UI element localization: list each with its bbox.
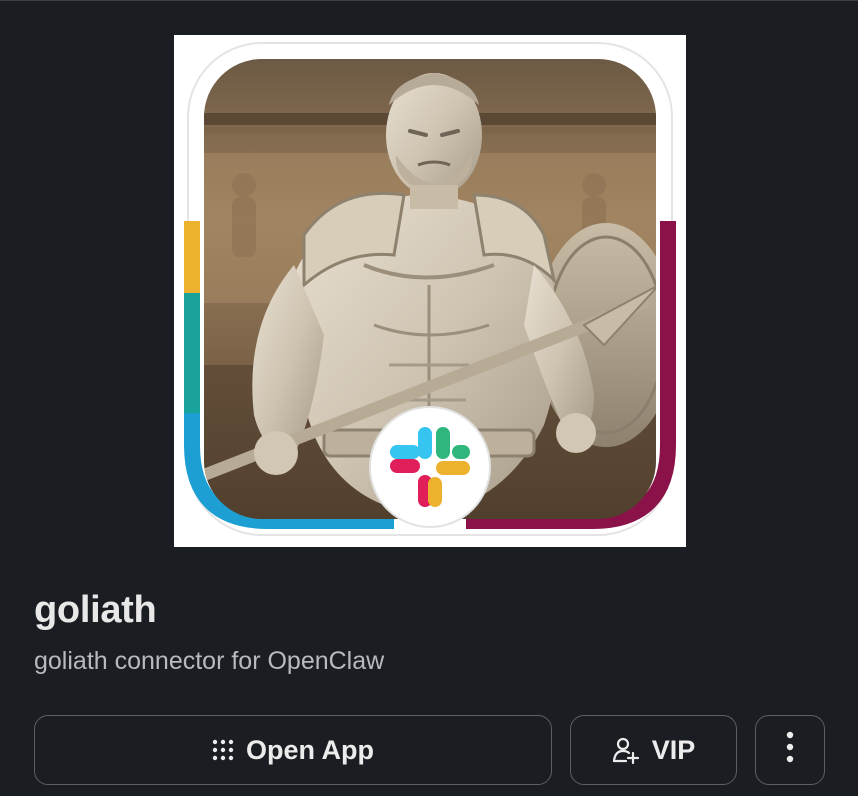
open-app-button[interactable]: Open App	[34, 715, 552, 785]
more-options-button[interactable]	[755, 715, 825, 785]
app-avatar	[174, 35, 686, 547]
vip-button[interactable]: VIP	[570, 715, 737, 785]
app-name: goliath	[34, 589, 157, 631]
app-description: goliath connector for OpenClaw	[34, 647, 385, 675]
vertical-ellipsis-icon	[786, 731, 794, 770]
slack-logo-icon	[369, 406, 491, 528]
add-person-icon	[612, 736, 640, 764]
app-profile-panel: goliath goliath connector for OpenClaw O…	[0, 0, 858, 796]
gladiator-statue-avatar	[184, 42, 676, 536]
grid-dots-icon	[212, 739, 234, 761]
open-app-label: Open App	[246, 734, 374, 765]
vip-label: VIP	[651, 734, 696, 765]
